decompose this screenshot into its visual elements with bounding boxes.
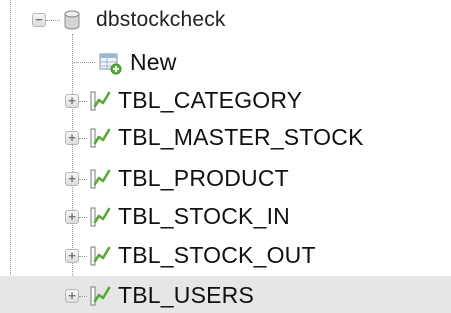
expand-icon[interactable]: + xyxy=(65,289,79,303)
tree-connector xyxy=(79,217,87,218)
database-icon xyxy=(64,10,80,30)
table-icon xyxy=(90,246,111,266)
new-table-link[interactable]: New xyxy=(130,49,177,76)
tree-node-database[interactable]: − dbstockcheck xyxy=(0,0,451,40)
table-link[interactable]: TBL_STOCK_OUT xyxy=(118,242,316,269)
tree-node-new[interactable]: New xyxy=(0,42,451,82)
new-table-icon xyxy=(99,53,122,75)
table-icon xyxy=(90,207,111,227)
tree-connector xyxy=(79,179,87,180)
tree-connector xyxy=(46,20,60,21)
navigation-tree: − dbstockcheck New + TBL_CATEGORY + TBL_… xyxy=(0,0,451,313)
tree-connector xyxy=(73,62,95,63)
table-link[interactable]: TBL_USERS xyxy=(118,282,254,309)
table-link[interactable]: TBL_PRODUCT xyxy=(118,165,289,192)
tree-node-table[interactable]: + TBL_STOCK_OUT xyxy=(0,236,451,276)
tree-node-table[interactable]: + TBL_CATEGORY xyxy=(0,81,451,121)
tree-connector xyxy=(79,296,87,297)
database-label[interactable]: dbstockcheck xyxy=(96,8,226,32)
expand-icon[interactable]: + xyxy=(65,131,79,145)
expand-icon[interactable]: + xyxy=(65,94,79,108)
tree-node-table[interactable]: + TBL_MASTER_STOCK xyxy=(0,118,451,158)
expand-icon[interactable]: + xyxy=(65,249,79,263)
tree-connector xyxy=(79,101,87,102)
tree-node-table[interactable]: + TBL_STOCK_IN xyxy=(0,197,451,237)
collapse-icon[interactable]: − xyxy=(32,13,46,27)
tree-connector xyxy=(79,256,87,257)
table-icon xyxy=(90,169,111,189)
expand-icon[interactable]: + xyxy=(65,172,79,186)
table-icon xyxy=(90,128,111,148)
tree-connector xyxy=(79,138,87,139)
table-icon xyxy=(90,286,111,306)
table-icon xyxy=(90,91,111,111)
table-link[interactable]: TBL_CATEGORY xyxy=(118,87,302,114)
table-link[interactable]: TBL_MASTER_STOCK xyxy=(118,124,364,151)
tree-node-table[interactable]: + TBL_PRODUCT xyxy=(0,159,451,199)
tree-node-table-selected[interactable]: + TBL_USERS xyxy=(0,276,451,313)
expand-icon[interactable]: + xyxy=(65,210,79,224)
table-link[interactable]: TBL_STOCK_IN xyxy=(118,203,290,230)
